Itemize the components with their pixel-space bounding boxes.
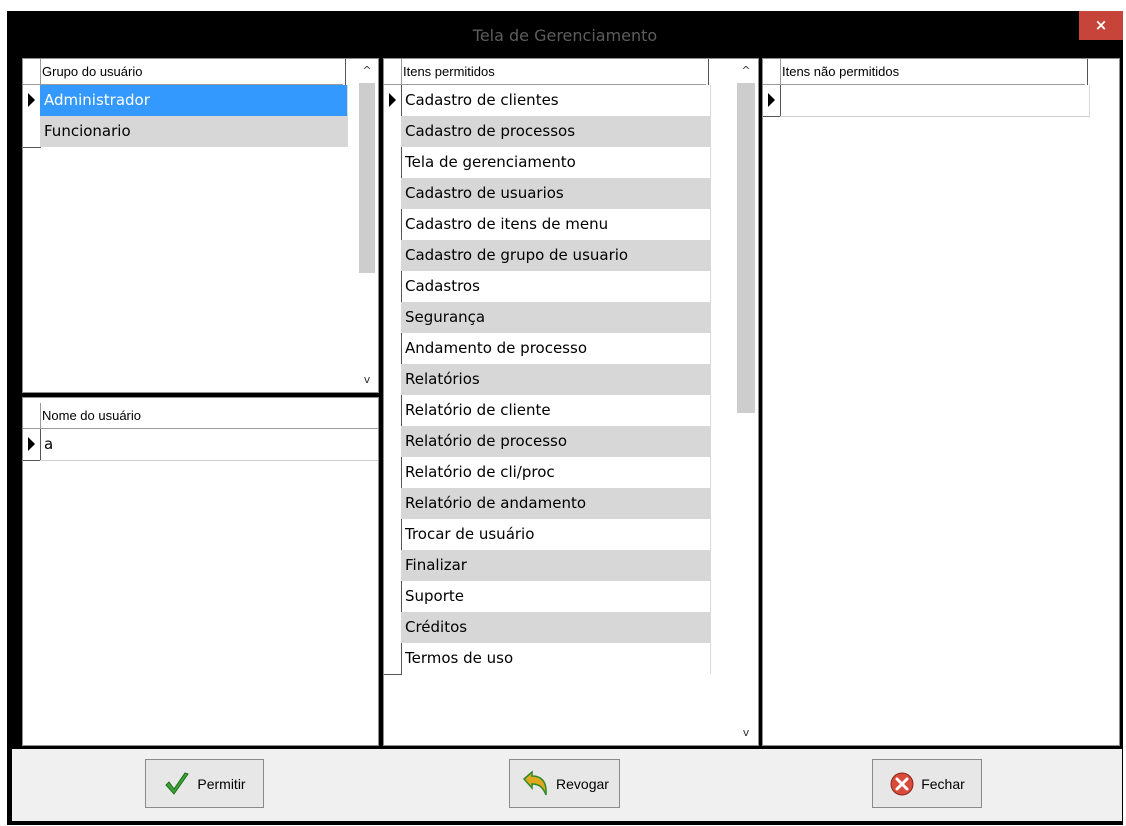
undo-arrow-icon: [522, 769, 547, 795]
allowed-item-label: Andamento de processo: [401, 333, 711, 364]
table-row[interactable]: Funcionario: [23, 116, 348, 148]
table-row[interactable]: Termos de uso: [384, 643, 711, 675]
allowed-item-label: Relatório de cli/proc: [401, 457, 711, 488]
title-bar[interactable]: Tela de Gerenciamento ×: [7, 11, 1123, 58]
allowed-item-label: Cadastro de itens de menu: [401, 209, 711, 240]
permitir-button[interactable]: Permitir: [145, 759, 264, 808]
current-row-indicator-icon: [28, 93, 35, 107]
allowed-item-label: Segurança: [401, 302, 711, 333]
allowed-item-label: Relatório de processo: [401, 426, 711, 457]
current-row-indicator-icon: [389, 93, 396, 107]
allowed-item-label: Relatório de andamento: [401, 488, 711, 519]
table-row[interactable]: Segurança: [384, 302, 711, 334]
allowed-item-label: Cadastro de processos: [401, 116, 711, 147]
table-row[interactable]: Relatório de andamento: [384, 488, 711, 520]
fechar-button[interactable]: Fechar: [872, 759, 982, 808]
table-row[interactable]: Cadastro de usuarios: [384, 178, 711, 210]
allowed-items-grid-header: Itens permitidos: [384, 59, 709, 85]
check-icon: [165, 771, 190, 795]
scroll-down-icon[interactable]: v: [734, 723, 758, 743]
user-group-grid-header: Grupo do usuário: [23, 59, 346, 85]
column-header-nome[interactable]: Nome do usuário: [40, 403, 378, 429]
allowed-items-grid[interactable]: Itens permitidos Cadastro de clientes Cad…: [383, 58, 759, 746]
scroll-thumb[interactable]: [737, 83, 755, 413]
scroll-down-icon[interactable]: v: [356, 370, 378, 390]
allowed-item-label: Suporte: [401, 581, 711, 612]
table-row[interactable]: Cadastro de processos: [384, 116, 711, 148]
table-row[interactable]: Relatórios: [384, 364, 711, 396]
management-window: Tela de Gerenciamento × Grupo do usuário…: [7, 11, 1123, 825]
scroll-up-icon[interactable]: ^: [734, 61, 758, 81]
allowed-item-label: Relatório de cliente: [401, 395, 711, 426]
close-window-button[interactable]: ×: [1079, 11, 1123, 40]
table-row[interactable]: Administrador: [23, 85, 348, 117]
table-row[interactable]: Relatório de processo: [384, 426, 711, 458]
allowed-item-label: Cadastro de usuarios: [401, 178, 711, 209]
current-row-indicator-icon: [28, 437, 35, 451]
current-row-indicator-icon: [768, 93, 775, 107]
table-row[interactable]: Suporte: [384, 581, 711, 613]
table-row[interactable]: Finalizar: [384, 550, 711, 582]
user-group-scrollbar[interactable]: ^ v: [356, 59, 378, 392]
allowed-item-label: Termos de uso: [401, 643, 711, 674]
allowed-item-label: Finalizar: [401, 550, 711, 581]
allowed-item-label: Relatórios: [401, 364, 711, 395]
table-row[interactable]: Relatório de cli/proc: [384, 457, 711, 489]
table-row[interactable]: Trocar de usuário: [384, 519, 711, 551]
cancel-icon: [890, 772, 914, 795]
scroll-thumb[interactable]: [359, 83, 375, 273]
denied-items-grid[interactable]: Itens não permitidos: [762, 58, 1120, 746]
table-row[interactable]: [763, 85, 1090, 117]
allowed-item-label: Créditos: [401, 612, 711, 643]
scroll-up-icon[interactable]: ^: [356, 61, 378, 81]
table-row[interactable]: Andamento de processo: [384, 333, 711, 365]
table-row[interactable]: Relatório de cliente: [384, 395, 711, 427]
table-row[interactable]: Cadastros: [384, 271, 711, 303]
table-row[interactable]: Créditos: [384, 612, 711, 644]
allowed-item-label: Cadastros: [401, 271, 711, 302]
close-icon: ×: [1094, 16, 1108, 34]
allowed-item-label: Cadastro de clientes: [401, 85, 711, 116]
table-row[interactable]: Cadastro de grupo de usuario: [384, 240, 711, 272]
column-header-nao-permitidos[interactable]: Itens não permitidos: [780, 59, 1088, 85]
user-group-grid[interactable]: Grupo do usuário Administrador Funcionar…: [22, 58, 379, 393]
table-row[interactable]: a: [23, 429, 378, 461]
column-header-permitidos[interactable]: Itens permitidos: [401, 59, 709, 85]
table-row[interactable]: Cadastro de itens de menu: [384, 209, 711, 241]
user-name-grid-header: Nome do usuário: [23, 403, 378, 429]
allowed-item-label: Tela de gerenciamento: [401, 147, 711, 178]
column-header-grupo[interactable]: Grupo do usuário: [40, 59, 346, 85]
allowed-item-label: Trocar de usuário: [401, 519, 711, 550]
allowed-items-scrollbar[interactable]: ^ v: [734, 59, 758, 745]
table-row[interactable]: Tela de gerenciamento: [384, 147, 711, 179]
denied-items-grid-header: Itens não permitidos: [763, 59, 1088, 85]
allowed-item-label: Cadastro de grupo de usuario: [401, 240, 711, 271]
user-name-grid[interactable]: Nome do usuário a: [22, 397, 379, 746]
table-row[interactable]: Cadastro de clientes: [384, 85, 711, 117]
revogar-button[interactable]: Revogar: [509, 759, 620, 808]
button-bar: Permitir Revogar Fechar: [12, 749, 1122, 821]
window-title: Tela de Gerenciamento: [472, 26, 658, 45]
